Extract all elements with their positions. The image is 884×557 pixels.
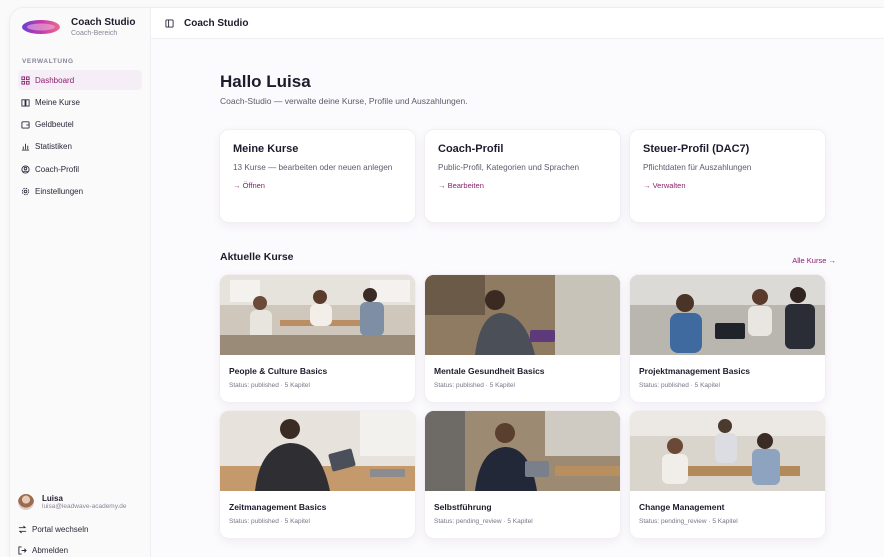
course-thumbnail — [630, 411, 825, 491]
app-window: Coach Studio Coach-Bereich VERWALTUNG Da… — [10, 8, 884, 557]
course-title: People & Culture Basics — [229, 366, 328, 376]
brand-subtitle: Coach-Bereich — [71, 29, 118, 37]
sidebar-item-label: Geldbeutel — [35, 120, 74, 130]
avatar — [18, 494, 34, 510]
sidebar-item-geldbeutel[interactable]: Geldbeutel — [18, 115, 142, 135]
course-card[interactable]: Change Management Status: pending_review… — [630, 411, 825, 538]
bar-chart-icon — [21, 142, 30, 151]
course-title: Mentale Gesundheit Basics — [434, 366, 545, 376]
card-title: Meine Kurse — [233, 143, 299, 155]
sidebar-item-label: Einstellungen — [35, 186, 84, 196]
page-title: Hallo Luisa — [220, 72, 311, 91]
course-status: Status: pending_review · 5 Kapitel — [434, 518, 533, 525]
brand-title: Coach Studio — [71, 16, 136, 28]
course-status: Status: published · 5 Kapitel — [434, 382, 515, 389]
card-link-verwalten[interactable]: → Verwalten — [643, 181, 812, 190]
card-link-bearbeiten[interactable]: → Bearbeiten — [438, 181, 607, 190]
course-card[interactable]: Selbstführung Status: pending_review · 5… — [425, 411, 620, 538]
logout-link[interactable]: Abmelden — [18, 546, 68, 555]
sidebar: Coach Studio Coach-Bereich VERWALTUNG Da… — [10, 8, 151, 557]
main-content: Hallo Luisa Coach-Studio — verwalte dein… — [151, 39, 884, 557]
gear-icon — [21, 187, 30, 196]
course-card[interactable]: Projektmanagement Basics Status: publish… — [630, 275, 825, 402]
sidebar-item-coach-profil[interactable]: Coach-Profil — [18, 159, 142, 179]
user-email: luisa@leadwave-academy.de — [42, 503, 127, 510]
sidebar-item-label: Statistiken — [35, 142, 72, 152]
card-coach-profil[interactable]: Coach-Profil Public-Profil, Kategorien u… — [425, 130, 620, 222]
sidebar-item-label: Meine Kurse — [35, 97, 80, 107]
user-name: Luisa — [42, 494, 63, 503]
brand-logo — [20, 16, 62, 38]
course-title: Projektmanagement Basics — [639, 366, 751, 376]
sidebar-toggle-icon[interactable] — [165, 18, 174, 28]
user-profile[interactable]: Luisa luisa@leadwave-academy.de — [18, 494, 127, 510]
course-thumbnail — [630, 275, 825, 355]
course-thumbnail — [220, 411, 415, 491]
course-status: Status: published · 5 Kapitel — [229, 382, 310, 389]
switch-portal-link[interactable]: Portal wechseln — [18, 525, 88, 534]
section-title: Aktuelle Kurse — [220, 251, 294, 263]
all-courses-link[interactable]: Alle Kurse → — [792, 256, 836, 265]
course-status: Status: pending_review · 5 Kapitel — [639, 518, 738, 525]
card-steuer-profil[interactable]: Steuer-Profil (DAC7) Pflichtdaten für Au… — [630, 130, 825, 222]
sidebar-nav: Dashboard Meine Kurse Geldbeutel Statist… — [18, 70, 142, 204]
course-card[interactable]: Zeitmanagement Basics Status: published … — [220, 411, 415, 538]
sidebar-item-label: Dashboard — [35, 75, 75, 85]
course-title: Change Management — [639, 502, 725, 512]
course-thumbnail — [220, 275, 415, 355]
wallet-icon — [21, 120, 30, 129]
user-circle-icon — [21, 165, 30, 174]
sidebar-section-label: VERWALTUNG — [22, 58, 74, 65]
course-status: Status: published · 5 Kapitel — [229, 518, 310, 525]
course-status: Status: published · 5 Kapitel — [639, 382, 720, 389]
card-link-oeffnen[interactable]: → Öffnen — [233, 181, 402, 190]
switch-portal-label: Portal wechseln — [32, 525, 89, 534]
card-description: Public-Profil, Kategorien und Sprachen — [438, 163, 580, 172]
course-thumbnail — [425, 411, 620, 491]
page-subtitle: Coach-Studio — verwalte deine Kurse, Pro… — [220, 96, 468, 106]
card-title: Coach-Profil — [438, 143, 504, 155]
swap-icon — [18, 525, 27, 534]
book-icon — [21, 98, 30, 107]
course-card[interactable]: People & Culture Basics Status: publishe… — [220, 275, 415, 402]
course-title: Selbstführung — [434, 502, 492, 512]
card-description: Pflichtdaten für Auszahlungen — [643, 163, 752, 172]
card-title: Steuer-Profil (DAC7) — [643, 143, 750, 155]
sidebar-item-statistiken[interactable]: Statistiken — [18, 137, 142, 157]
topbar: Coach Studio — [151, 8, 884, 39]
sidebar-item-einstellungen[interactable]: Einstellungen — [18, 181, 142, 201]
card-meine-kurse[interactable]: Meine Kurse 13 Kurse — bearbeiten oder n… — [220, 130, 415, 222]
card-description: 13 Kurse — bearbeiten oder neuen anlegen — [233, 163, 393, 172]
brand[interactable]: Coach Studio Coach-Bereich — [20, 16, 135, 38]
sidebar-item-meine-kurse[interactable]: Meine Kurse — [18, 92, 142, 112]
course-title: Zeitmanagement Basics — [229, 502, 327, 512]
grid-icon — [21, 75, 30, 85]
course-card[interactable]: Mentale Gesundheit Basics Status: publis… — [425, 275, 620, 402]
logout-label: Abmelden — [32, 546, 69, 555]
sidebar-item-label: Coach-Profil — [35, 164, 80, 174]
logout-icon — [18, 546, 27, 555]
topbar-title: Coach Studio — [184, 17, 249, 29]
sidebar-item-dashboard[interactable]: Dashboard — [18, 70, 142, 90]
course-thumbnail — [425, 275, 620, 355]
